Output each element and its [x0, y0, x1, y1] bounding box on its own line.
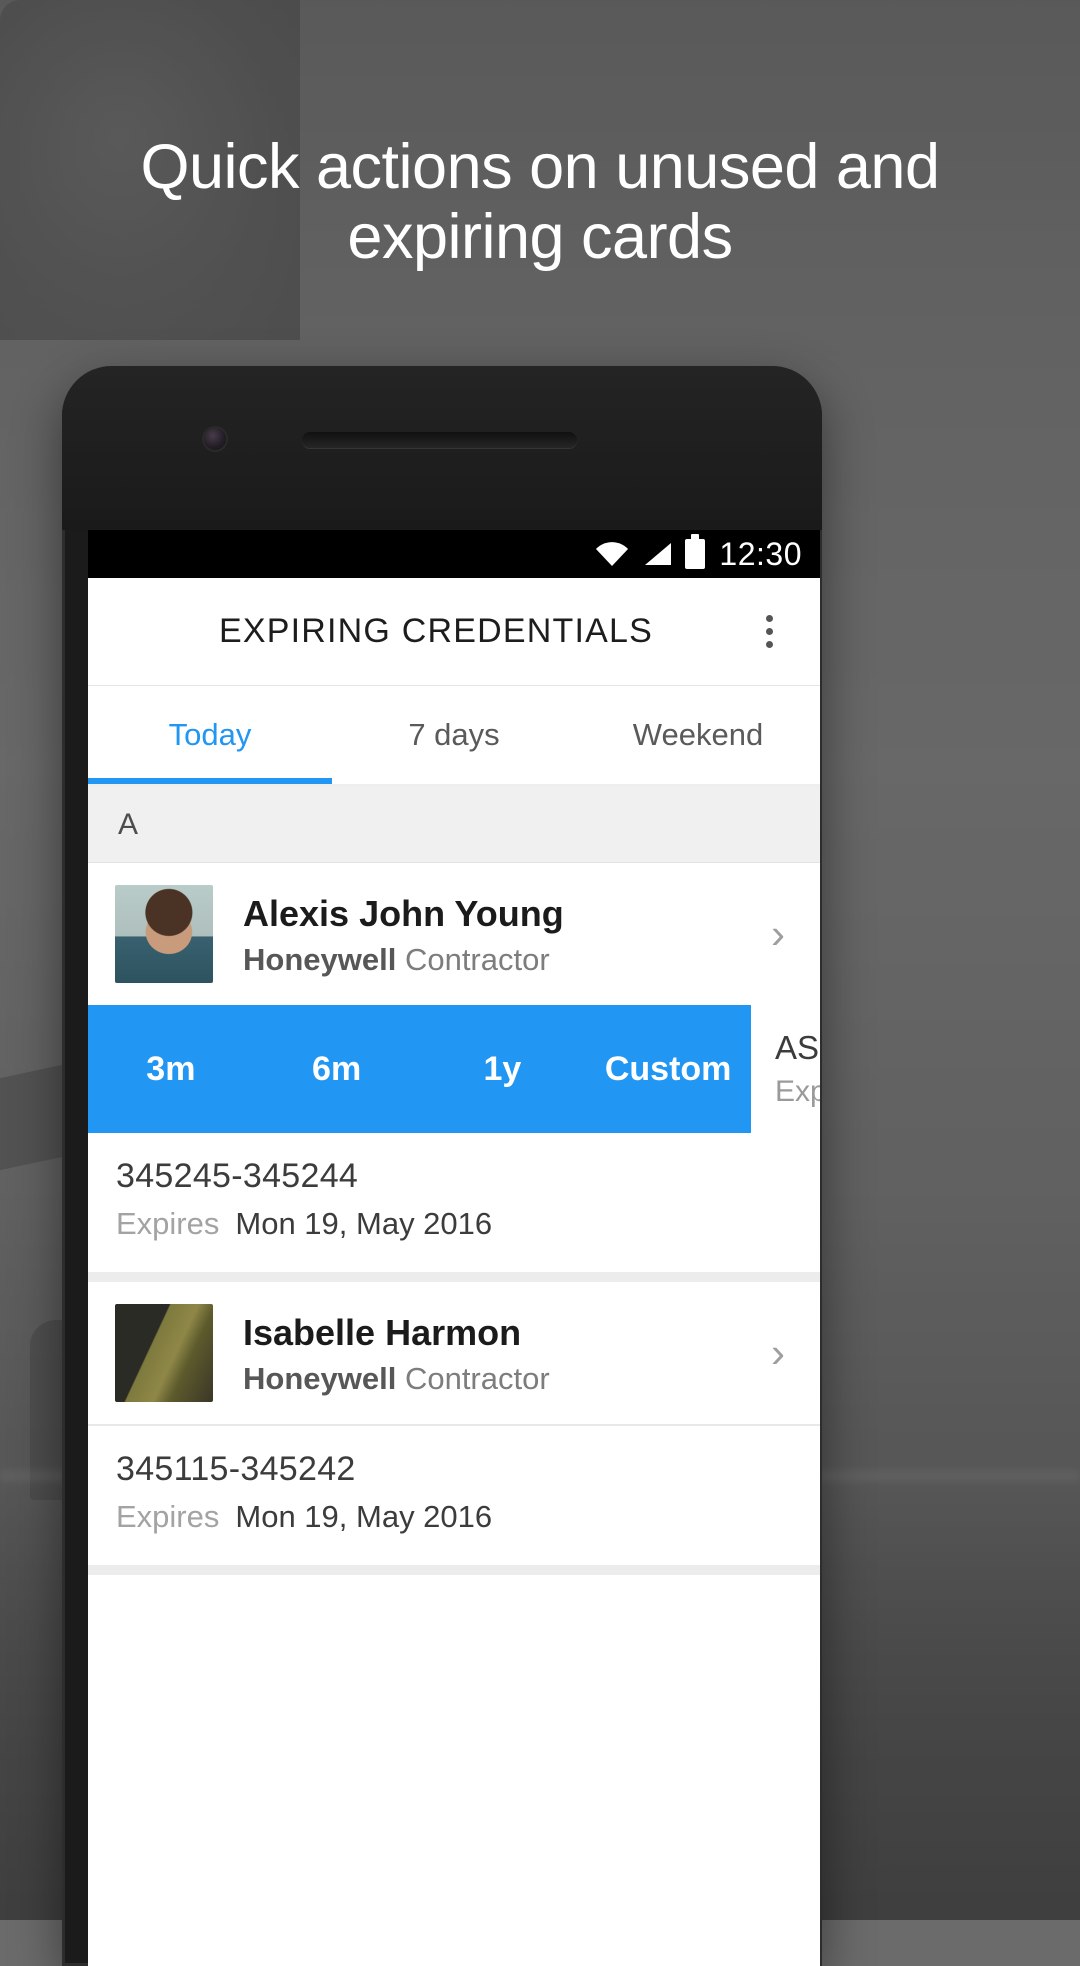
app-bar: EXPIRING CREDENTIALS [88, 578, 820, 686]
list-item-text: Isabelle Harmon Honeywell Contractor [213, 1310, 754, 1397]
card-row[interactable]: 345115-345242 Expires Mon 19, May 2016 [88, 1426, 820, 1565]
signal-icon [645, 543, 672, 565]
avatar [115, 885, 213, 983]
overflow-dot-1 [765, 615, 773, 622]
phone-top-bezel [62, 366, 822, 530]
tab-active-indicator [88, 778, 332, 784]
person-company: Honeywell [243, 941, 397, 977]
quick-actions-bar: 3m 6m 1y Custom [88, 1005, 751, 1133]
chevron-right-icon[interactable]: › [754, 1329, 802, 1377]
person-name: Alexis John Young [243, 892, 564, 934]
phone-mockup: 12:30 EXPIRING CREDENTIALS Today 7 days … [62, 366, 822, 1966]
overflow-dot-2 [765, 628, 773, 635]
overflow-dot-3 [765, 641, 773, 648]
chevron-right-icon[interactable]: › [754, 910, 802, 958]
wifi-icon [596, 542, 629, 566]
list-item[interactable]: Isabelle Harmon Honeywell Contractor › [88, 1282, 820, 1424]
person-name: Isabelle Harmon [243, 1311, 522, 1353]
card-row[interactable]: 345245-345244 Expires Mon 19, May 2016 [88, 1133, 820, 1272]
tab-today[interactable]: Today [88, 686, 332, 784]
battery-icon [685, 534, 706, 569]
card-number: 345115-345242 [116, 1450, 356, 1488]
list-divider [88, 1565, 820, 1575]
card-number: 345245-345244 [116, 1157, 359, 1195]
status-bar-icons [595, 534, 706, 569]
card-expires-value: Mon 19, May 2016 [235, 1206, 493, 1241]
promo-headline: Quick actions on unused and expiring car… [140, 132, 940, 272]
card-expiry: Expires Mon 19, May 2016 [116, 1499, 790, 1535]
section-header-a: A [88, 787, 820, 863]
quick-action-3m[interactable]: 3m [88, 1014, 254, 1125]
phone-screen: 12:30 EXPIRING CREDENTIALS Today 7 days … [88, 530, 820, 1966]
list-item-text: Alexis John Young Honeywell Contractor [213, 891, 754, 978]
tab-7-days[interactable]: 7 days [332, 686, 576, 784]
page-title: EXPIRING CREDENTIALS [219, 612, 653, 650]
quick-action-1y[interactable]: 1y [420, 1014, 586, 1125]
person-subtitle: Honeywell Contractor [243, 1361, 754, 1397]
card-peek[interactable]: AS0981 Expires [751, 1005, 820, 1133]
status-bar-clock: 12:30 [719, 535, 802, 572]
card-expires-label: Expires [116, 1499, 220, 1534]
card-expires-value: Mon 19, May 2016 [235, 1499, 493, 1534]
person-role: Contractor [404, 1360, 550, 1396]
front-camera-icon [204, 428, 226, 450]
card-number: AS0981 [775, 1029, 820, 1066]
tab-weekend[interactable]: Weekend [576, 686, 820, 784]
quick-action-custom[interactable]: Custom [585, 1014, 751, 1125]
list-item[interactable]: Alexis John Young Honeywell Contractor › [88, 863, 820, 1005]
person-company: Honeywell [243, 1360, 397, 1396]
overflow-menu-icon[interactable] [734, 615, 804, 648]
person-role: Contractor [404, 941, 550, 977]
earpiece-speaker [302, 432, 577, 448]
status-bar: 12:30 [88, 530, 820, 578]
list-divider [88, 1272, 820, 1282]
card-expiry: Expires Mon 19, May 2016 [116, 1206, 790, 1242]
quick-action-6m[interactable]: 6m [254, 1014, 420, 1125]
person-subtitle: Honeywell Contractor [243, 942, 754, 978]
quick-action-row: 3m 6m 1y Custom AS0981 Expires [88, 1005, 820, 1133]
avatar [115, 1304, 213, 1402]
card-expires-label: Expires [116, 1206, 220, 1241]
card-expires-label: Expires [775, 1075, 820, 1108]
tab-bar: Today 7 days Weekend [88, 686, 820, 784]
